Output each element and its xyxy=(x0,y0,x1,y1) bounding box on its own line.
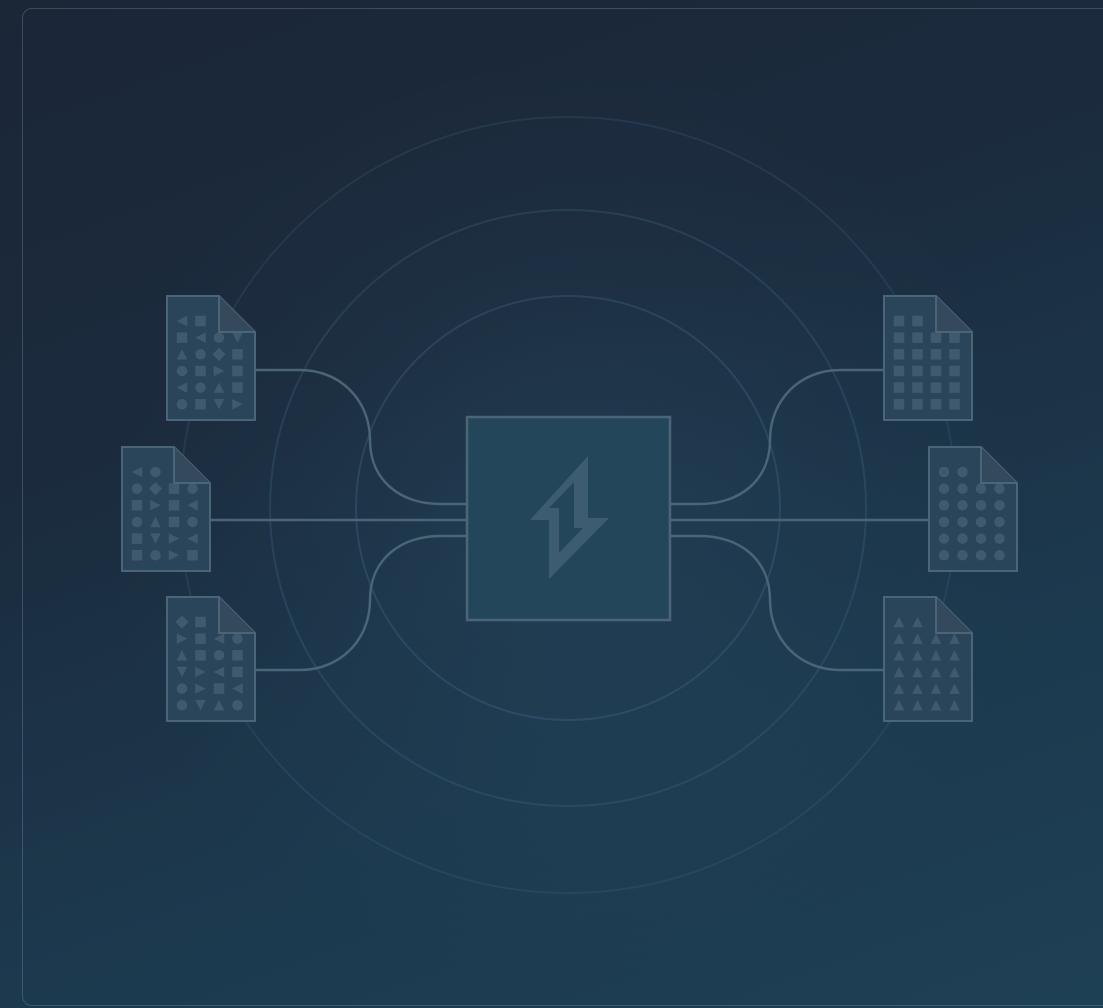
square-glyph xyxy=(168,500,180,511)
circle-glyph xyxy=(131,516,143,528)
document-fold xyxy=(935,597,972,634)
circle-glyph xyxy=(994,550,1005,561)
square-glyph xyxy=(949,399,960,410)
circle-glyph xyxy=(975,500,987,511)
square-glyph xyxy=(949,332,960,343)
circle-glyph xyxy=(176,399,188,410)
square-glyph xyxy=(949,382,960,393)
input-doc-3 xyxy=(166,596,256,722)
square-glyph xyxy=(912,382,923,393)
circle-glyph xyxy=(195,382,206,393)
connector-input-1 xyxy=(255,368,467,506)
square-glyph xyxy=(232,666,243,678)
square-glyph xyxy=(195,399,206,410)
document-fold xyxy=(173,447,210,484)
circle-glyph xyxy=(176,700,188,711)
square-glyph xyxy=(912,365,923,377)
output-doc-3 xyxy=(883,596,973,722)
square-glyph xyxy=(930,332,942,343)
circle-glyph xyxy=(131,483,143,494)
circle-glyph xyxy=(213,650,225,661)
circle-glyph xyxy=(195,349,206,360)
circle-glyph xyxy=(150,550,161,561)
hub-box xyxy=(465,415,672,622)
circle-glyph xyxy=(994,483,1005,494)
square-glyph xyxy=(131,533,143,544)
square-glyph xyxy=(232,365,243,377)
square-glyph xyxy=(893,332,905,343)
circle-glyph xyxy=(213,332,225,343)
circle-glyph xyxy=(975,516,987,528)
square-glyph xyxy=(912,399,923,410)
circle-glyph xyxy=(957,516,968,528)
circle-glyph xyxy=(938,466,950,478)
circle-glyph xyxy=(187,516,198,528)
square-glyph xyxy=(195,650,206,661)
square-glyph xyxy=(893,382,905,393)
flow-diagram xyxy=(121,116,1018,894)
circle-glyph xyxy=(957,466,968,478)
connector-output-1 xyxy=(670,368,884,506)
square-glyph xyxy=(912,315,923,327)
diagram-canvas xyxy=(0,0,1103,1008)
circle-glyph xyxy=(975,533,987,544)
square-glyph xyxy=(232,349,243,360)
square-glyph xyxy=(949,365,960,377)
circle-glyph xyxy=(232,700,243,711)
square-glyph xyxy=(930,382,942,393)
circle-glyph xyxy=(957,500,968,511)
input-doc-1 xyxy=(166,295,256,421)
square-glyph xyxy=(893,349,905,360)
circle-glyph xyxy=(957,533,968,544)
square-glyph xyxy=(195,315,206,327)
circle-glyph xyxy=(938,516,950,528)
circle-glyph xyxy=(994,516,1005,528)
input-doc-2 xyxy=(121,446,211,572)
circle-glyph xyxy=(938,550,950,561)
circle-glyph xyxy=(957,483,968,494)
square-glyph xyxy=(168,516,180,528)
circle-glyph xyxy=(232,633,243,644)
circle-glyph xyxy=(994,500,1005,511)
circle-glyph xyxy=(957,550,968,561)
square-glyph xyxy=(195,365,206,377)
square-glyph xyxy=(912,349,923,360)
square-glyph xyxy=(930,399,942,410)
square-glyph xyxy=(187,550,198,561)
circle-glyph xyxy=(176,683,188,694)
circle-glyph xyxy=(187,483,198,494)
output-doc-1 xyxy=(883,295,973,421)
square-glyph xyxy=(131,500,143,511)
square-glyph xyxy=(930,349,942,360)
square-glyph xyxy=(893,365,905,377)
square-glyph xyxy=(131,550,143,561)
square-glyph xyxy=(930,365,942,377)
square-glyph xyxy=(912,332,923,343)
circle-glyph xyxy=(994,533,1005,544)
circle-glyph xyxy=(938,533,950,544)
square-glyph xyxy=(232,650,243,661)
square-glyph xyxy=(213,683,225,694)
output-doc-2 xyxy=(928,446,1018,572)
square-glyph xyxy=(893,399,905,410)
square-glyph xyxy=(232,382,243,393)
circle-glyph xyxy=(938,483,950,494)
square-glyph xyxy=(893,315,905,327)
circle-glyph xyxy=(176,365,188,377)
square-glyph xyxy=(195,616,206,628)
square-glyph xyxy=(949,349,960,360)
square-glyph xyxy=(176,332,188,343)
circle-glyph xyxy=(975,483,987,494)
circle-glyph xyxy=(150,466,161,478)
circle-glyph xyxy=(938,500,950,511)
square-glyph xyxy=(195,633,206,644)
square-glyph xyxy=(168,483,180,494)
connector-output-3 xyxy=(670,534,884,672)
circle-glyph xyxy=(975,550,987,561)
